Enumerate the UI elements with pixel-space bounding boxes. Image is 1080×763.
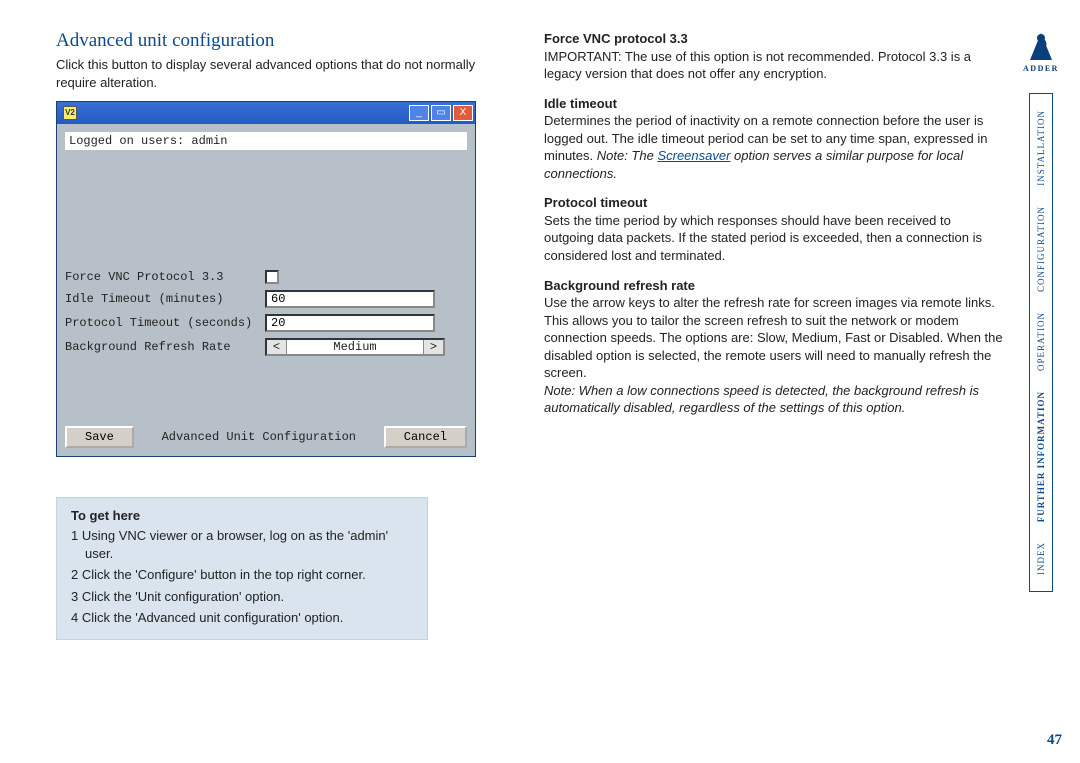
protocol-timeout-label: Protocol Timeout (seconds) [65,316,265,330]
arrow-left-icon[interactable]: < [267,340,287,354]
def-proto-heading: Protocol timeout [544,194,1004,212]
refresh-rate-label: Background Refresh Rate [65,340,265,354]
def-refresh-body: Use the arrow keys to alter the refresh … [544,294,1004,382]
screenshot-window: V2 _ ▭ X Logged on users: admin Force VN… [56,101,476,457]
to-get-here-heading: To get here [71,508,413,523]
section-intro: Click this button to display several adv… [56,56,496,91]
app-icon: V2 [63,106,77,120]
nav-index[interactable]: INDEX [1036,542,1046,575]
list-item: 2 Click the 'Configure' button in the to… [71,564,413,586]
cancel-button[interactable]: Cancel [384,426,467,448]
side-nav: INSTALLATION CONFIGURATION OPERATION FUR… [1029,93,1053,592]
window-titlebar: V2 _ ▭ X [57,102,475,124]
list-item: 3 Click the 'Unit configuration' option. [71,586,413,608]
def-refresh-heading: Background refresh rate [544,277,1004,295]
idle-timeout-input[interactable] [265,290,435,308]
close-button[interactable]: X [453,105,473,121]
def-idle-heading: Idle timeout [544,95,1004,113]
list-item: 4 Click the 'Advanced unit configuration… [71,607,413,629]
nav-configuration[interactable]: CONFIGURATION [1036,206,1046,292]
force-vnc-checkbox[interactable] [265,270,279,284]
def-refresh-note: Note: When a low connections speed is de… [544,382,1004,417]
def-idle-note-prefix: Note: The [597,148,658,163]
to-get-here-box: To get here 1 Using VNC viewer or a brow… [56,497,428,640]
brand-logo: ADDER [1021,30,1061,73]
protocol-timeout-input[interactable] [265,314,435,332]
force-vnc-label: Force VNC Protocol 3.3 [65,270,265,284]
refresh-rate-value: Medium [287,340,423,354]
arrow-right-icon[interactable]: > [423,340,443,354]
screensaver-link[interactable]: Screensaver [657,148,730,163]
logged-on-users-line: Logged on users: admin [65,132,467,150]
def-proto-body: Sets the time period by which responses … [544,212,1004,265]
list-item: 1 Using VNC viewer or a browser, log on … [71,525,413,564]
refresh-rate-stepper[interactable]: < Medium > [265,338,445,356]
def-idle-body: Determines the period of inactivity on a… [544,112,1004,182]
minimize-button[interactable]: _ [409,105,429,121]
nav-operation[interactable]: OPERATION [1036,312,1046,371]
page-number: 47 [1047,732,1062,749]
dialog-caption: Advanced Unit Configuration [162,430,356,444]
save-button[interactable]: Save [65,426,134,448]
maximize-button[interactable]: ▭ [431,105,451,121]
idle-timeout-label: Idle Timeout (minutes) [65,292,265,306]
brand-name: ADDER [1021,64,1061,73]
section-title: Advanced unit configuration [56,30,496,52]
nav-installation[interactable]: INSTALLATION [1036,110,1046,186]
def-force-body: IMPORTANT: The use of this option is not… [544,48,1004,83]
nav-further-information[interactable]: FURTHER INFORMATION [1036,391,1046,522]
def-force-heading: Force VNC protocol 3.3 [544,30,1004,48]
